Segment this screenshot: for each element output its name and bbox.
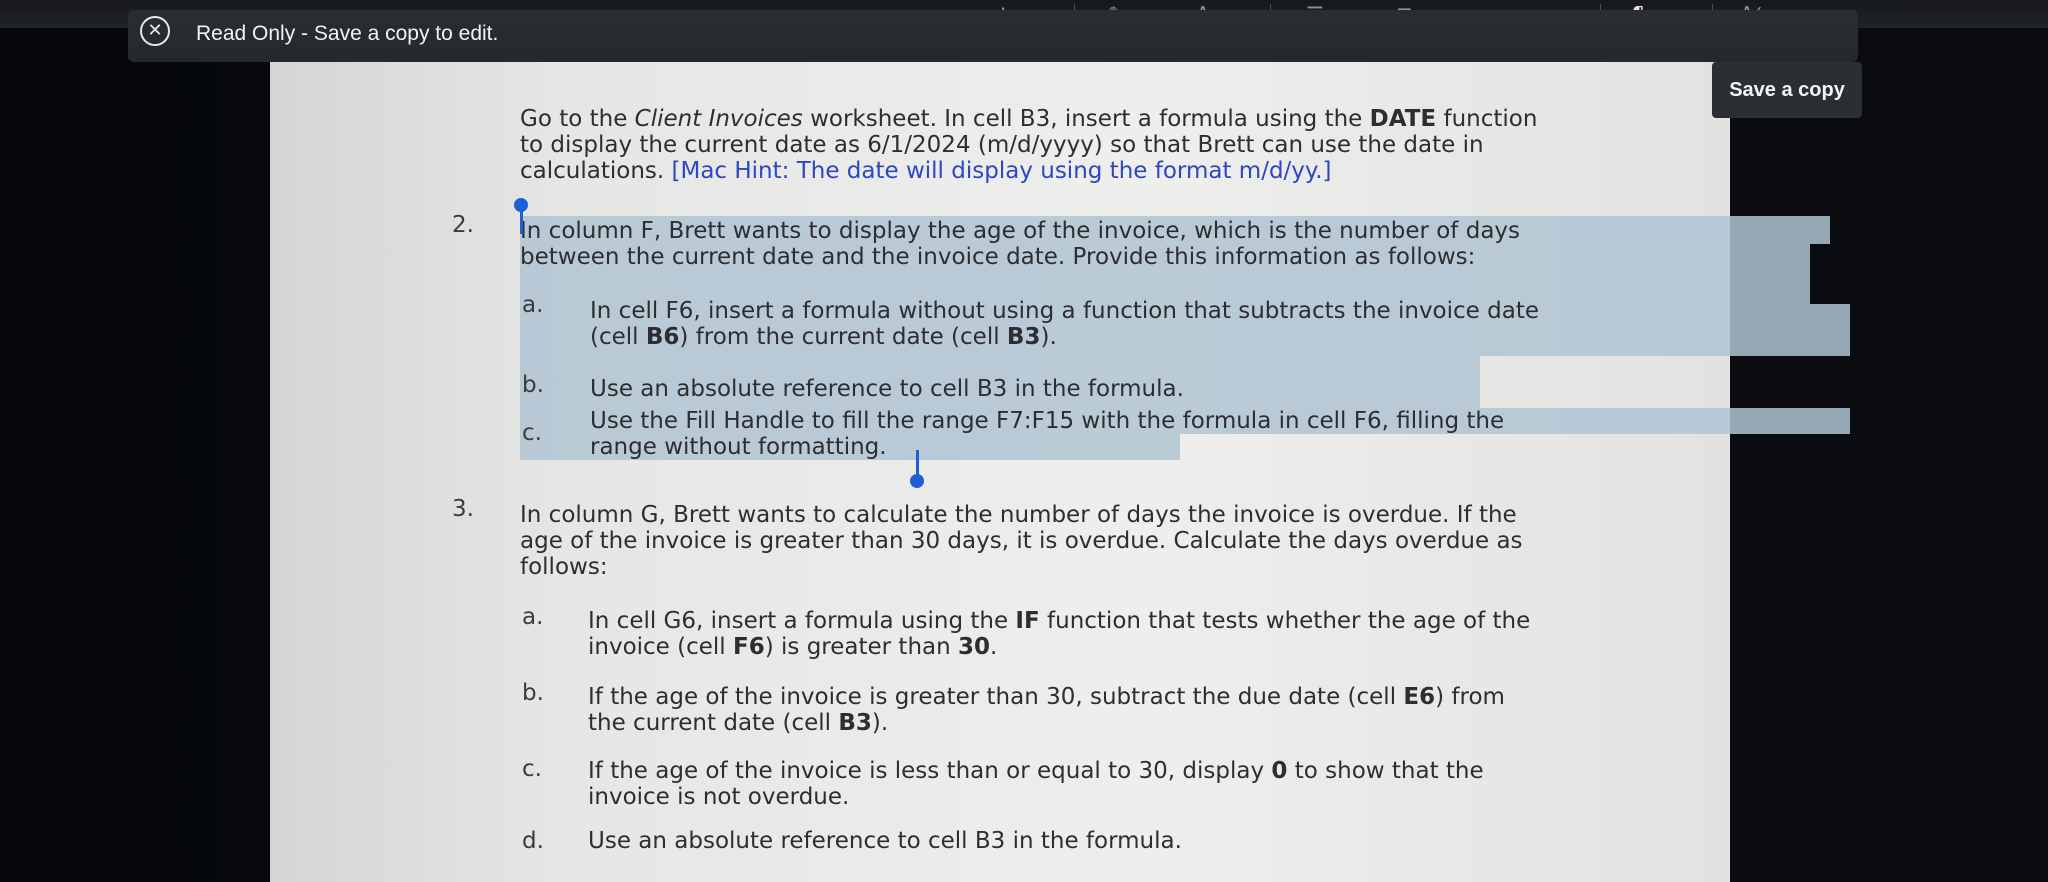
list-letter-3b: b. <box>522 680 544 706</box>
selection-start-handle-dot[interactable] <box>514 198 528 212</box>
intro-line-1: Go to the Client Invoices worksheet. In … <box>520 106 1538 132</box>
mac-hint: [Mac Hint: The date will display using t… <box>671 158 1332 184</box>
item-2b-text: Use an absolute reference to cell B3 in … <box>590 376 1184 402</box>
item-3c-line-2: invoice is not overdue. <box>588 784 850 810</box>
intro-line-2: to display the current date as 6/1/2024 … <box>520 132 1484 158</box>
list-letter-3d: d. <box>522 828 544 854</box>
list-number-3: 3. <box>452 496 474 522</box>
save-a-copy-button[interactable]: Save a copy <box>1712 62 1862 118</box>
list-letter-2a: a. <box>522 292 544 318</box>
item-3-line-3: follows: <box>520 554 608 580</box>
item-2-line-1: In column F, Brett wants to display the … <box>520 218 1521 244</box>
read-only-notice-text: Read Only - Save a copy to edit. <box>196 22 499 45</box>
item-2a-line-2: (cell B6) from the current date (cell B3… <box>590 324 1057 350</box>
item-3d-text: Use an absolute reference to cell B3 in … <box>588 828 1182 854</box>
close-circle-icon[interactable]: ✕ <box>140 16 170 46</box>
item-2a-line-1: In cell F6, insert a formula without usi… <box>590 298 1539 324</box>
item-2c-line-1: Use the Fill Handle to fill the range F7… <box>590 408 1505 434</box>
list-letter-3c: c. <box>522 756 542 782</box>
document-page[interactable]: Go to the Client Invoices worksheet. In … <box>270 62 1850 882</box>
item-3-line-2: age of the invoice is greater than 30 da… <box>520 528 1523 554</box>
item-2-line-2: between the current date and the invoice… <box>520 244 1476 270</box>
item-2c-line-2: range without formatting. <box>590 434 887 460</box>
list-number-2: 2. <box>452 212 474 238</box>
selection-end-handle-dot[interactable] <box>910 474 924 488</box>
item-3b-line-1: If the age of the invoice is greater tha… <box>588 684 1505 710</box>
item-3-line-1: In column G, Brett wants to calculate th… <box>520 502 1517 528</box>
item-3a-line-2: invoice (cell F6) is greater than 30. <box>588 634 998 660</box>
item-3a-line-1: In cell G6, insert a formula using the I… <box>588 608 1531 634</box>
list-letter-2b: b. <box>522 372 544 398</box>
item-3b-line-2: the current date (cell B3). <box>588 710 889 736</box>
list-letter-2c: c. <box>522 420 542 446</box>
item-3c-line-1: If the age of the invoice is less than o… <box>588 758 1484 784</box>
list-letter-3a: a. <box>522 604 544 630</box>
intro-line-3: calculations. [Mac Hint: The date will d… <box>520 158 1332 184</box>
